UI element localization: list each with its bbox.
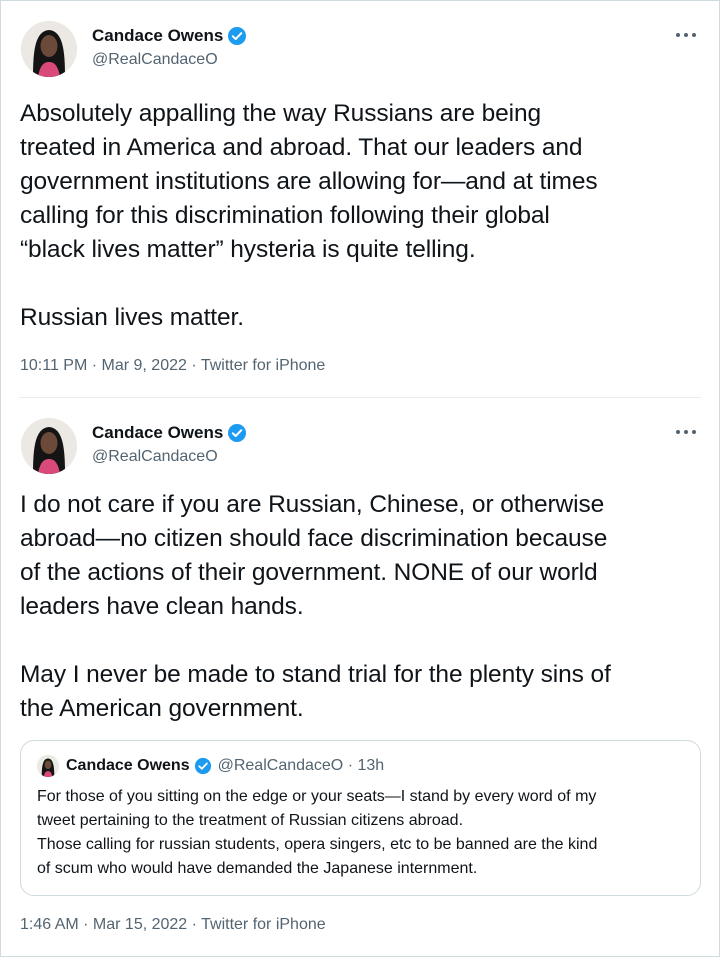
avatar[interactable]	[21, 418, 77, 474]
avatar[interactable]	[21, 21, 77, 77]
quoted-author-handle: @RealCandaceO · 13h	[217, 757, 385, 774]
avatar	[37, 755, 59, 777]
screenshot-frame: Candace Owens @RealCandaceO Absolutely a…	[0, 0, 720, 957]
quoted-author-name: Candace Owens	[66, 757, 190, 774]
author-handle[interactable]: @RealCandaceO	[92, 51, 218, 69]
tweet-text: Absolutely appalling the way Russians ar…	[20, 100, 598, 331]
quoted-tweet-header: Candace Owens @RealCandaceO · 13h	[37, 755, 384, 777]
verified-badge-icon	[227, 26, 247, 46]
verified-badge-icon	[194, 757, 212, 775]
more-options-icon[interactable]	[673, 424, 699, 434]
tweet[interactable]: Candace Owens @RealCandaceO I do not car…	[1, 398, 719, 956]
author-name[interactable]: Candace Owens	[92, 423, 223, 443]
quoted-tweet-card[interactable]: Candace Owens @RealCandaceO · 13h For th…	[20, 740, 701, 896]
author-handle[interactable]: @RealCandaceO	[92, 448, 218, 466]
author-name[interactable]: Candace Owens	[92, 26, 223, 46]
quoted-tweet-text: For those of you sitting on the edge or …	[37, 788, 598, 877]
verified-badge-icon	[227, 423, 247, 443]
tweet[interactable]: Candace Owens @RealCandaceO Absolutely a…	[1, 1, 719, 398]
tweet-text: I do not care if you are Russian, Chines…	[20, 491, 611, 722]
tweet-timestamp[interactable]: 1:46 AM · Mar 15, 2022 · Twitter for iPh…	[20, 916, 326, 934]
more-options-icon[interactable]	[673, 27, 699, 37]
tweet-timestamp[interactable]: 10:11 PM · Mar 9, 2022 · Twitter for iPh…	[20, 357, 325, 375]
